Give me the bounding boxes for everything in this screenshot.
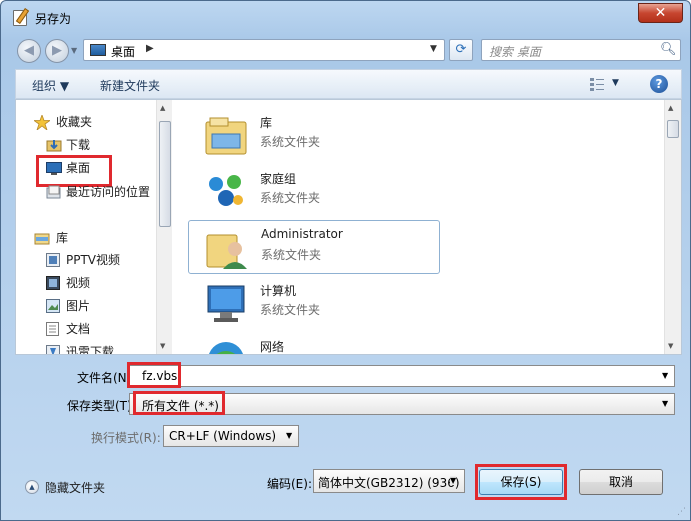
file-item-administrator[interactable]: Administrator 系统文件夹	[188, 220, 440, 274]
recent-places-icon	[46, 185, 62, 199]
pptv-video-icon	[46, 253, 62, 267]
file-name: Administrator	[261, 227, 343, 241]
file-item-library[interactable]: 库 系统文件夹	[188, 108, 438, 160]
address-dropdown-icon[interactable]: ▼	[430, 44, 437, 54]
file-name: 库	[260, 116, 273, 130]
organize-menu-button[interactable]: 组织 ▼	[32, 77, 69, 94]
favorites-star-icon	[32, 113, 52, 132]
file-type: 系统文件夹	[260, 135, 321, 149]
sidebar-item-label: 下载	[66, 138, 91, 152]
scroll-up-icon[interactable]: ▲	[160, 104, 165, 112]
thunder-download-icon	[46, 345, 62, 354]
pictures-library-icon	[46, 299, 62, 313]
sidebar-item-label: 桌面	[66, 161, 91, 175]
forward-arrow-icon: ▶	[52, 43, 62, 58]
documents-library-icon	[46, 322, 62, 336]
content-panel: 收藏夹 下载 桌面 最近访问的位置 库 PPTV视频 视频 图片 文档 迅雷下载…	[15, 99, 682, 355]
dialog-window: 另存为 ✕ ◀ ▶ ▼ 桌面 ▶ ▼ ⟳ 搜索 桌面 🔍︎ 组织 ▼ 新建文件夹…	[0, 0, 691, 521]
search-input[interactable]: 搜索 桌面 🔍︎	[481, 39, 681, 61]
address-bar[interactable]: 桌面 ▶ ▼	[83, 39, 445, 61]
file-item-network[interactable]: 网络	[188, 332, 438, 354]
toolbar: 组织 ▼ 新建文件夹 ▼ ?	[15, 69, 682, 99]
homegroup-icon	[204, 170, 248, 214]
encoding-value: 简体中文(GB2312) (936)	[318, 476, 460, 490]
file-item-computer[interactable]: 计算机 系统文件夹	[188, 276, 438, 328]
file-type: 系统文件夹	[260, 303, 321, 317]
encoding-dropdown-icon[interactable]: ▼	[450, 476, 457, 485]
network-icon	[204, 338, 248, 354]
view-options-dropdown-icon[interactable]: ▼	[612, 78, 619, 88]
linebreak-value: CR+LF (Windows)	[169, 429, 277, 443]
hide-folders-label: 隐藏文件夹	[45, 481, 106, 495]
cancel-button[interactable]: 取消	[579, 469, 663, 495]
file-list-scroll-thumb[interactable]	[667, 120, 679, 138]
filename-highlight-box	[127, 362, 181, 388]
window-title: 另存为	[35, 12, 72, 26]
user-folder-icon	[205, 227, 249, 271]
sidebar-scrollbar[interactable]: ▲ ▼	[156, 100, 172, 354]
file-name: 计算机	[260, 284, 297, 298]
breadcrumb-chevron-icon[interactable]: ▶	[146, 43, 154, 54]
file-type: 系统文件夹	[260, 191, 321, 205]
sidebar-item-label: 视频	[66, 276, 91, 290]
sidebar-item-label: PPTV视频	[66, 253, 121, 267]
address-location[interactable]: 桌面	[111, 43, 135, 60]
notepad-icon	[13, 10, 27, 26]
sidebar-scroll-thumb[interactable]	[159, 121, 171, 227]
history-dropdown-icon[interactable]: ▼	[71, 46, 77, 55]
collapse-up-icon: ▲	[25, 480, 39, 494]
back-button[interactable]: ◀	[17, 39, 41, 63]
desktop-icon	[90, 44, 106, 56]
new-folder-button[interactable]: 新建文件夹	[100, 77, 160, 94]
filename-dropdown-icon[interactable]: ▼	[662, 371, 668, 380]
scroll-down-icon[interactable]: ▼	[160, 342, 165, 350]
library-folder-icon	[204, 114, 248, 158]
desktop-icon	[46, 161, 62, 175]
resize-grip-icon[interactable]: ⋰	[677, 507, 686, 517]
forward-button[interactable]: ▶	[45, 39, 69, 63]
file-name: 网络	[260, 340, 285, 354]
filename-input[interactable]: fz.vbs ▼	[129, 365, 675, 387]
linebreak-label: 换行模式(R):	[91, 431, 161, 445]
refresh-button[interactable]: ⟳	[449, 39, 473, 61]
title-bar: 另存为 ✕	[1, 1, 691, 35]
filetype-label: 保存类型(T):	[67, 399, 136, 413]
encoding-label: 编码(E):	[267, 477, 312, 491]
file-list-scrollbar[interactable]: ▲ ▼	[664, 100, 681, 354]
file-item-homegroup[interactable]: 家庭组 系统文件夹	[188, 164, 438, 216]
file-type: 系统文件夹	[261, 248, 322, 262]
encoding-select[interactable]: 简体中文(GB2312) (936) ▼	[313, 469, 465, 493]
filetype-dropdown-icon[interactable]: ▼	[662, 399, 668, 408]
computer-icon	[204, 282, 248, 326]
save-highlight-box	[475, 464, 567, 500]
close-button[interactable]: ✕	[638, 3, 683, 23]
nav-libraries-label: 库	[56, 231, 69, 245]
linebreak-select[interactable]: CR+LF (Windows) ▼	[163, 425, 299, 447]
search-icon[interactable]: 🔍︎	[660, 42, 677, 57]
sidebar-item-label: 文档	[66, 322, 91, 336]
help-icon[interactable]: ?	[650, 75, 668, 93]
download-folder-icon	[46, 138, 62, 152]
file-name: 家庭组	[260, 172, 297, 186]
search-placeholder: 搜索 桌面	[489, 45, 541, 59]
scroll-up-icon[interactable]: ▲	[668, 104, 673, 112]
libraries-icon	[34, 231, 50, 245]
sidebar-item-label: 图片	[66, 299, 91, 313]
linebreak-dropdown-icon[interactable]: ▼	[286, 431, 292, 440]
navigation-pane: 收藏夹 下载 桌面 最近访问的位置 库 PPTV视频 视频 图片 文档 迅雷下载…	[16, 100, 172, 354]
sidebar-item-label: 最近访问的位置	[66, 185, 151, 199]
sidebar-item-label: 迅雷下载	[66, 345, 115, 354]
back-arrow-icon: ◀	[24, 43, 34, 58]
video-library-icon	[46, 276, 62, 290]
change-view-icon[interactable]	[590, 77, 604, 91]
scroll-down-icon[interactable]: ▼	[668, 342, 673, 350]
filetype-highlight-box	[133, 391, 225, 415]
nav-favorites-label: 收藏夹	[56, 115, 93, 129]
file-list: 库 系统文件夹 家庭组 系统文件夹 Administrator 系统文件夹 计算…	[174, 100, 664, 354]
